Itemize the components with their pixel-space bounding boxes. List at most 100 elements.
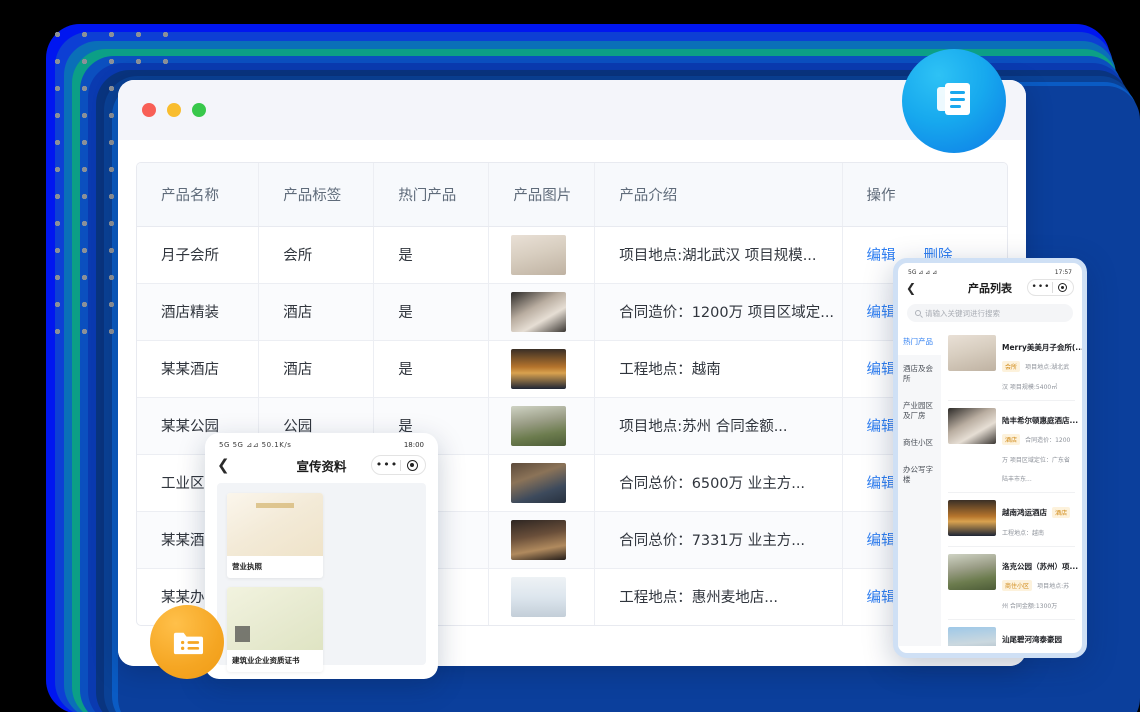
list-item[interactable]: 越南鸿运酒店 酒店 工程地点：越南 [948,493,1075,547]
cell-product-image [489,454,595,511]
target-icon[interactable] [1053,283,1071,292]
status-time: 18:00 [404,441,424,449]
product-info: 越南鸿运酒店 酒店 工程地点：越南 [1002,500,1075,539]
edit-link[interactable]: 编辑 [867,533,896,549]
table-row[interactable]: 某某酒店 酒店 是 工程地点：越南 编辑删除 [137,340,1007,397]
folder-list-icon [171,626,204,659]
certificate-gallery: 营业执照 建筑业企业资质证书 安全生产许可证 [217,483,426,665]
product-thumbnail [511,520,566,560]
phone-main-area: 热门产品 酒店及会所 产业园区及厂房 商住小区 办公写字楼 Merry美美月子会… [898,328,1082,646]
list-item[interactable]: Merry美美月子会所(... 会所 项目地点:湖北武汉 项目规模:5400㎡ [948,328,1075,401]
cell-product-image [489,397,595,454]
th-hot-product: 热门产品 [374,163,489,226]
product-thumbnail [511,577,566,617]
product-thumbnail [511,349,566,389]
list-item[interactable]: 洛克公园（苏州）项... 商住小区 项目地点:苏州 合同金额:1300万 [948,547,1075,620]
status-signal: 5G ⊿ ⊿ ⊿ [908,269,937,276]
list-item[interactable]: 陆丰希尔顿惠庭酒店... 酒店 合同造价：1200万 项目区域定位：广东省陆丰市… [948,401,1075,493]
cell-product-image [489,340,595,397]
product-name: 汕尾碧河湾泰豪园 [1002,635,1062,644]
table-row[interactable]: 月子会所 会所 是 项目地点:湖北武汉 项目规模... 编辑删除 [137,226,1007,283]
window-close-button[interactable] [142,103,156,117]
cell-product-tag: 酒店 [259,340,374,397]
target-icon[interactable] [401,460,423,471]
sidebar-item-industrial[interactable]: 产业园区及厂房 [898,392,941,429]
cell-product-name: 某某酒店 [137,340,259,397]
product-info: 陆丰希尔顿惠庭酒店... 酒店 合同造价：1200万 项目区域定位：广东省陆丰市… [1002,408,1075,485]
phone-nav-bar: ❮ 宣传资料 ••• [205,451,438,483]
table-head: 产品名称 产品标签 热门产品 产品图片 产品介绍 操作 [137,163,1007,226]
more-icon[interactable]: ••• [1030,280,1052,295]
product-tag-badge: 酒店 [1002,434,1020,445]
cell-product-name: 月子会所 [137,226,259,283]
th-product-name: 产品名称 [137,163,259,226]
cell-product-desc: 项目地点:湖北武汉 项目规模... [595,226,842,283]
cell-product-desc: 项目地点:苏州 合同金额... [595,397,842,454]
phone-status-bar: 5G 5G ⊿⊿ 50.1K/s 18:00 [205,433,438,451]
product-thumbnail [948,500,996,536]
certificate-card[interactable]: 营业执照 [227,493,323,578]
cell-product-desc: 工程地点：惠州麦地店... [595,568,842,625]
folder-list-badge[interactable] [150,605,224,679]
cell-product-image [489,511,595,568]
product-thumbnail [511,235,566,275]
cell-product-desc: 工程地点：越南 [595,340,842,397]
th-product-desc: 产品介绍 [595,163,842,226]
cell-hot-product: 是 [374,283,489,340]
product-thumbnail [511,292,566,332]
product-tag-badge: 商住小区 [1002,580,1032,591]
chevron-left-icon[interactable]: ❮ [217,458,230,473]
product-list-phone-overlay: 5G ⊿ ⊿ ⊿ 17:57 ❮ 产品列表 ••• 请输入关键词进行搜索 热门产… [893,258,1087,658]
th-product-tag: 产品标签 [259,163,374,226]
cell-product-tag: 会所 [259,226,374,283]
sidebar-item-office[interactable]: 办公写字楼 [898,456,941,493]
edit-link[interactable]: 编辑 [867,305,896,321]
search-input[interactable]: 请输入关键词进行搜索 [907,304,1073,322]
cell-product-image [489,568,595,625]
product-info: Merry美美月子会所(... 会所 项目地点:湖北武汉 项目规模:5400㎡ [1002,335,1075,393]
cell-product-desc: 合同造价：1200万 项目区域定... [595,283,842,340]
edit-link[interactable]: 编辑 [867,419,896,435]
product-list: Merry美美月子会所(... 会所 项目地点:湖北武汉 项目规模:5400㎡ … [941,328,1082,646]
product-thumbnail [948,408,996,444]
cell-product-tag: 酒店 [259,283,374,340]
window-maximize-button[interactable] [192,103,206,117]
promo-material-phone-overlay: 5G 5G ⊿⊿ 50.1K/s 18:00 ❮ 宣传资料 ••• 营业执照 建… [205,433,438,679]
cell-product-image [489,283,595,340]
sidebar-item-hot-products[interactable]: 热门产品 [898,328,941,355]
th-product-image: 产品图片 [489,163,595,226]
certificate-label: 营业执照 [227,556,323,578]
sidebar-item-residential[interactable]: 商住小区 [898,429,941,456]
search-placeholder: 请输入关键词进行搜索 [925,308,1000,319]
cell-product-image [489,226,595,283]
certificate-image [227,493,323,556]
product-name: Merry美美月子会所(... [1002,343,1082,352]
table-row[interactable]: 酒店精装 酒店 是 合同造价：1200万 项目区域定... 编辑删除 [137,283,1007,340]
sidebar-item-hotels-clubs[interactable]: 酒店及会所 [898,355,941,392]
product-tag-badge: 酒店 [1052,507,1070,518]
product-info: 洛克公园（苏州）项... 商住小区 项目地点:苏州 合同金额:1300万 [1002,554,1075,612]
status-time: 17:57 [1055,269,1072,276]
cell-product-desc: 合同总价：6500万 业主方... [595,454,842,511]
cell-hot-product: 是 [374,226,489,283]
cell-product-name: 酒店精装 [137,283,259,340]
list-item[interactable]: 汕尾碧河湾泰豪园 商住小区 项目地点:广东汕尾 项目规模:12000㎡ [948,620,1075,646]
miniprogram-capsule: ••• [371,455,426,475]
certificate-label: 建筑业企业资质证书 [227,650,323,672]
edit-link[interactable]: 编辑 [867,248,896,264]
product-name: 越南鸿运酒店 [1002,508,1047,517]
product-description: 工程地点：越南 [1002,530,1044,537]
product-thumbnail [511,406,566,446]
window-minimize-button[interactable] [167,103,181,117]
document-list-badge[interactable] [902,49,1006,153]
window-titlebar [118,80,1026,140]
more-icon[interactable]: ••• [374,456,400,474]
edit-link[interactable]: 编辑 [867,476,896,492]
edit-link[interactable]: 编辑 [867,590,896,606]
product-thumbnail [948,554,996,590]
product-tag-badge: 会所 [1002,361,1020,372]
status-signal: 5G 5G ⊿⊿ 50.1K/s [219,441,291,449]
edit-link[interactable]: 编辑 [867,362,896,378]
product-thumbnail [948,335,996,371]
certificate-card[interactable]: 建筑业企业资质证书 [227,587,323,672]
